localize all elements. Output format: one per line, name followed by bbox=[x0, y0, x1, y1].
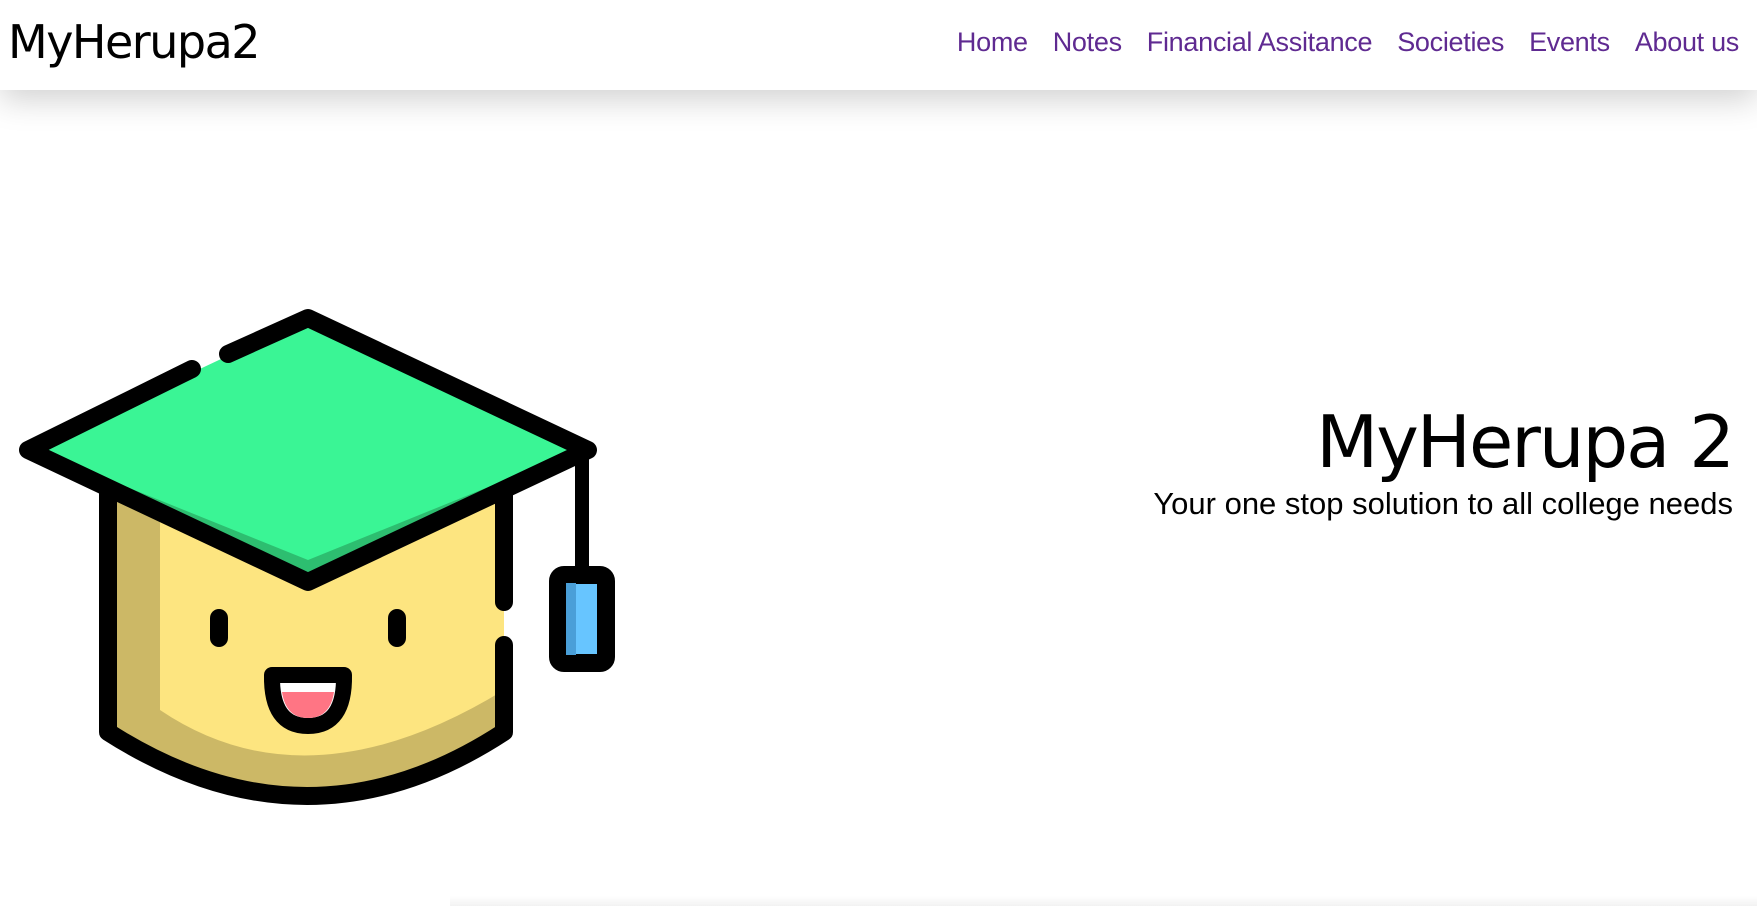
hero-section: MyHerupa 2 Your one stop solution to all… bbox=[0, 90, 1757, 900]
nav-item-notes: Notes bbox=[1053, 24, 1122, 60]
nav-item-events: Events bbox=[1529, 24, 1610, 60]
nav-item-home: Home bbox=[957, 24, 1028, 60]
nav-links: Home Notes Financial Assitance Societies… bbox=[957, 24, 1739, 60]
nav-item-about-us: About us bbox=[1635, 24, 1739, 60]
nav-link-notes[interactable]: Notes bbox=[1053, 27, 1122, 57]
bottom-divider bbox=[450, 896, 1757, 906]
tassel bbox=[549, 566, 615, 672]
nav-link-financial-assistance[interactable]: Financial Assitance bbox=[1147, 27, 1373, 57]
nav-link-events[interactable]: Events bbox=[1529, 27, 1610, 57]
nav-link-home[interactable]: Home bbox=[957, 27, 1028, 57]
nav-link-societies[interactable]: Societies bbox=[1397, 27, 1504, 57]
nav-item-financial-assistance: Financial Assitance bbox=[1147, 24, 1373, 60]
nav-item-societies: Societies bbox=[1397, 24, 1504, 60]
hero-subtitle: Your one stop solution to all college ne… bbox=[1153, 486, 1733, 521]
graduation-cap-face-icon bbox=[19, 309, 615, 805]
brand-logo[interactable]: MyHerupa2 bbox=[8, 14, 261, 70]
nav-link-about-us[interactable]: About us bbox=[1635, 27, 1739, 57]
navbar: MyHerupa2 Home Notes Financial Assitance… bbox=[0, 0, 1757, 90]
hero-title: MyHerupa 2 bbox=[1316, 400, 1735, 484]
tassel-shade bbox=[566, 583, 576, 655]
